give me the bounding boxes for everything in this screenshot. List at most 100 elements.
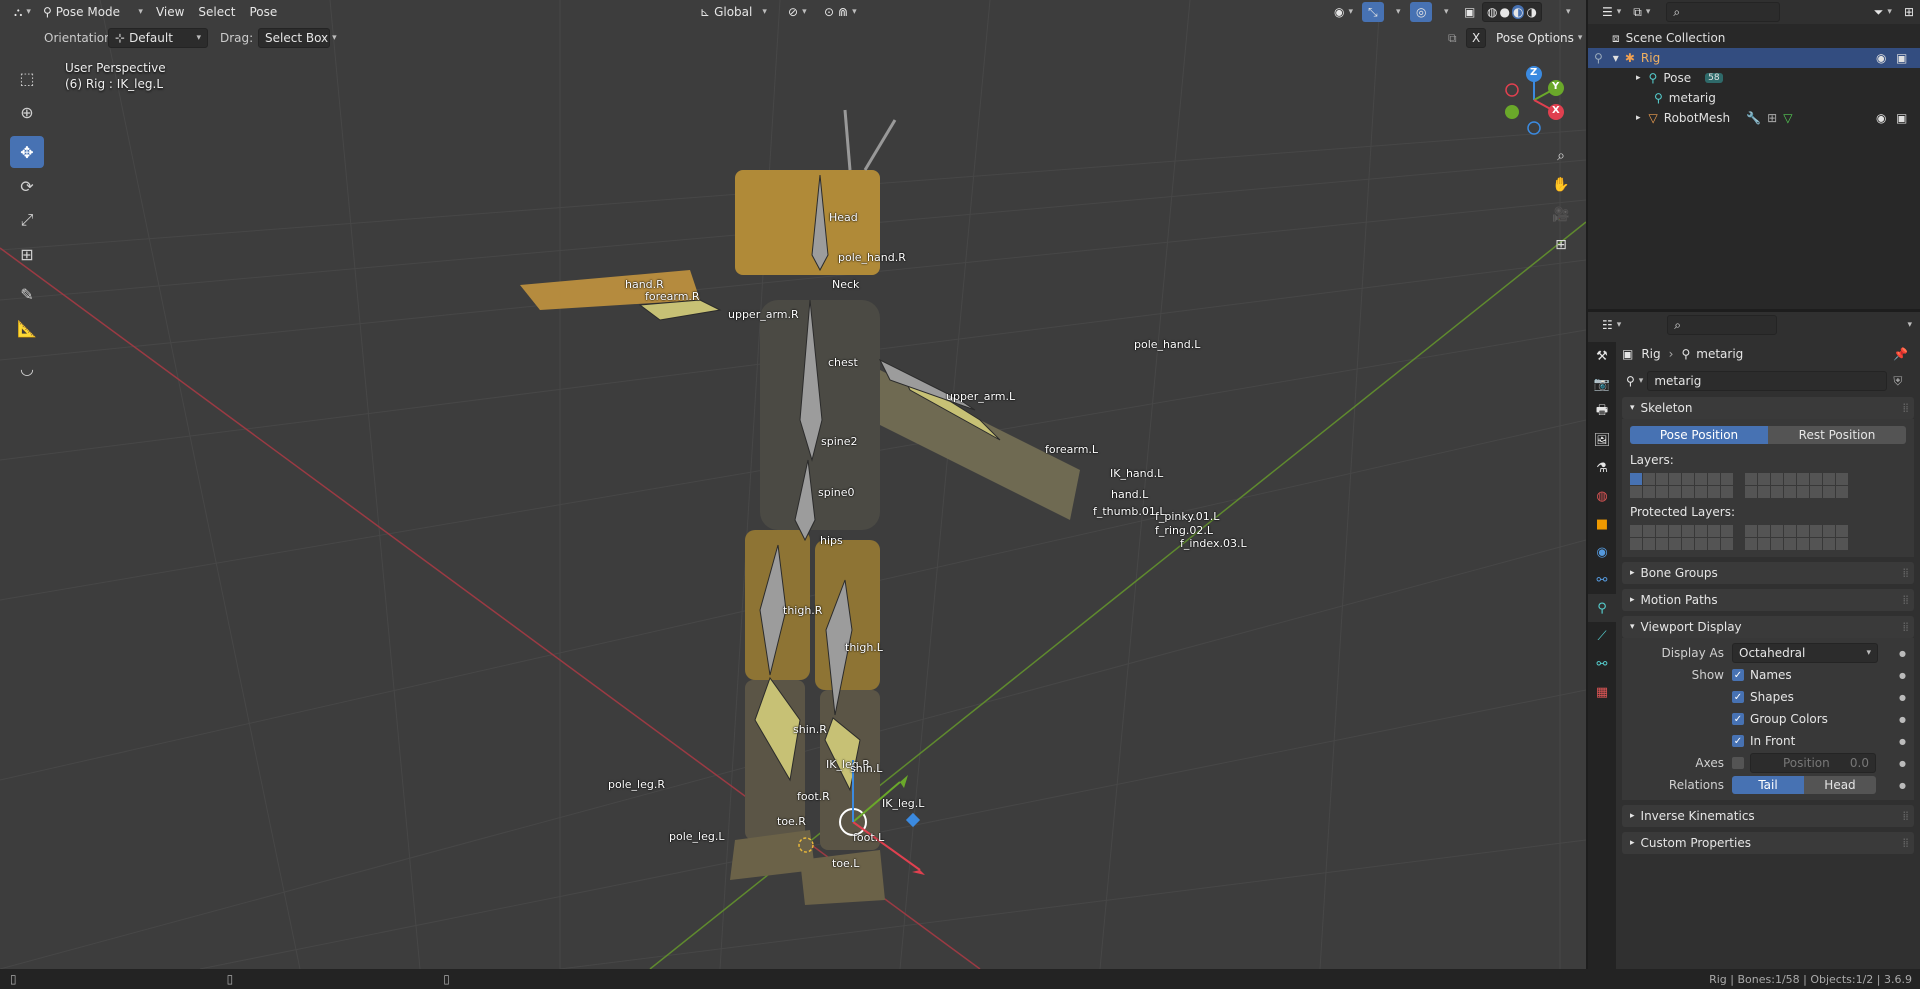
gizmo-options[interactable]: ▾ [1390, 2, 1407, 22]
bone-label[interactable]: shin.R [793, 723, 827, 736]
bone-label[interactable]: Neck [832, 278, 859, 291]
keyframe-dot-icon[interactable]: ● [1899, 781, 1906, 790]
tab-view-layer[interactable]: 🖼 [1588, 426, 1616, 454]
bone-label[interactable]: IK_hand.L [1110, 467, 1163, 480]
overlay-options[interactable]: ▾ [1438, 2, 1455, 22]
bone-label[interactable]: chest [828, 356, 858, 369]
chevron-right-icon[interactable]: ▸ [1636, 73, 1641, 83]
gizmo-toggle[interactable]: ⤡ [1362, 2, 1384, 22]
fake-user-icon[interactable]: ⛨ [1893, 374, 1902, 389]
mode-select[interactable]: ⚲ Pose Mode ▾ [37, 2, 149, 22]
bone-label[interactable]: IK_leg.L [882, 797, 924, 810]
menu-pose[interactable]: Pose [242, 2, 284, 22]
transform-orientation-select[interactable]: ⊾ Global ▾ [694, 2, 773, 22]
tab-constraints[interactable]: ⚯ [1588, 566, 1616, 594]
bone-label[interactable]: foot.R [797, 790, 830, 803]
visibility-button[interactable]: ◉ ▾ [1328, 2, 1359, 22]
relax-pose-tool[interactable]: ◡ [10, 352, 44, 384]
protected-buttons-left[interactable] [1630, 524, 1733, 550]
bone-label[interactable]: toe.L [832, 857, 859, 870]
filter-button[interactable]: ⏷ ▾ [1868, 2, 1898, 22]
drag-handle-icon[interactable]: ⁞⁞ [1902, 401, 1909, 415]
shading-options[interactable]: ▾ [1560, 2, 1577, 22]
orientation-select[interactable]: ⊹ Default ▾ [108, 28, 208, 48]
camera-icon[interactable]: ▣ [1896, 51, 1907, 65]
camera-view-button[interactable]: 🎥 [1548, 202, 1574, 228]
bone-label[interactable]: pole_hand.L [1134, 338, 1200, 351]
bone-label[interactable]: f_pinky.01.L [1155, 510, 1219, 523]
tab-bone[interactable]: ⟋ [1588, 622, 1616, 650]
keyframe-dot-icon[interactable]: ● [1899, 759, 1906, 768]
drag-select[interactable]: Select Box ▾ [258, 28, 337, 48]
outliner-item-rig[interactable]: ⚲ ▾ ✱ Rig ◉ ▣ [1588, 48, 1920, 68]
cursor-tool[interactable]: ⊕ [10, 96, 44, 128]
layer-buttons-left[interactable] [1630, 472, 1733, 498]
measure-tool[interactable]: 📐 [10, 312, 44, 344]
rotate-tool[interactable]: ⟳ [10, 170, 44, 202]
tab-render[interactable]: 📷 [1588, 370, 1616, 398]
tab-bone-constraints[interactable]: ⚯ [1588, 650, 1616, 678]
tab-tool[interactable]: ⚒ [1588, 342, 1616, 370]
bone-label[interactable]: pole_hand.R [838, 251, 906, 264]
material-shading-icon[interactable]: ◐ [1511, 5, 1525, 19]
datablock-name-field[interactable]: metarig [1647, 371, 1888, 391]
move-tool[interactable]: ✥ [10, 136, 44, 168]
eye-icon[interactable]: ◉ [1876, 51, 1886, 65]
chevron-down-icon[interactable]: ▾ [1613, 51, 1619, 65]
tab-output[interactable]: 🖶 [1588, 398, 1616, 426]
keyframe-dot-icon[interactable]: ● [1899, 671, 1906, 680]
drag-handle-icon[interactable]: ⁞⁞ [1902, 620, 1909, 634]
menu-view[interactable]: View [149, 2, 191, 22]
3d-viewport[interactable]: ⛬ ▾ ⚲ Pose Mode ▾ View Select Pose ⊾ Glob… [0, 0, 1586, 969]
keyframe-dot-icon[interactable]: ● [1899, 693, 1906, 702]
bone-label[interactable]: spine2 [821, 435, 858, 448]
outliner-item-pose[interactable]: ▸ ⚲ Pose 58 [1588, 68, 1920, 88]
drag-handle-icon[interactable]: ⁞⁞ [1902, 809, 1909, 823]
panel-bone-groups-header[interactable]: ▸ Bone Groups ⁞⁞ [1622, 562, 1914, 584]
outliner-item-robotmesh[interactable]: ▸ ▽ RobotMesh 🔧 ⊞ ▽ ◉ ▣ [1588, 108, 1920, 128]
bone-label[interactable]: upper_arm.R [728, 308, 799, 321]
relations-tail-button[interactable]: Tail [1732, 776, 1804, 794]
pose-position-button[interactable]: Pose Position [1630, 426, 1768, 444]
axes-position-field[interactable]: Position 0.0 [1750, 753, 1876, 773]
tab-world[interactable]: ◍ [1588, 482, 1616, 510]
tab-object[interactable]: ■ [1588, 510, 1616, 538]
x-mirror-toggle[interactable]: X [1466, 28, 1487, 48]
bone-label[interactable]: thigh.L [845, 641, 883, 654]
drag-handle-icon[interactable]: ⁞⁞ [1902, 836, 1909, 850]
transform-tool[interactable]: ⊞ [10, 238, 44, 270]
outliner-item-metarig[interactable]: ⚲ metarig [1588, 88, 1920, 108]
bone-label[interactable]: foot.L [853, 831, 884, 844]
display-as-select[interactable]: Octahedral ▾ [1732, 643, 1878, 663]
select-box-tool[interactable]: ⬚ [10, 62, 44, 94]
eye-icon[interactable]: ◉ [1876, 111, 1886, 125]
keyframe-dot-icon[interactable]: ● [1899, 649, 1906, 658]
keyframe-dot-icon[interactable]: ● [1899, 715, 1906, 724]
shapes-checkbox[interactable]: ✓ [1732, 691, 1744, 703]
bone-label[interactable]: upper_arm.L [946, 390, 1015, 403]
group-colors-checkbox[interactable]: ✓ [1732, 713, 1744, 725]
rest-position-button[interactable]: Rest Position [1768, 426, 1906, 444]
bone-label[interactable]: forearm.L [1045, 443, 1098, 456]
properties-search-input[interactable]: ⌕ [1667, 315, 1778, 335]
bone-label[interactable]: f_ring.02.L [1155, 524, 1213, 537]
outliner-search-input[interactable]: ⌕ [1666, 2, 1781, 22]
panel-motion-paths-header[interactable]: ▸ Motion Paths ⁞⁞ [1622, 589, 1914, 611]
bone-label[interactable]: Head [829, 211, 858, 224]
tab-texture[interactable]: ▦ [1588, 678, 1616, 706]
protected-buttons-right[interactable] [1745, 524, 1848, 550]
new-collection-button[interactable]: ⊞ [1898, 2, 1920, 22]
names-checkbox[interactable]: ✓ [1732, 669, 1744, 681]
datablock-browse-button[interactable]: ⚲ ▾ [1622, 371, 1647, 391]
scale-tool[interactable]: ⤢ [10, 204, 44, 236]
relations-head-button[interactable]: Head [1804, 776, 1876, 794]
layer-buttons-right[interactable] [1745, 472, 1848, 498]
keyframe-dot-icon[interactable]: ● [1899, 737, 1906, 746]
axes-checkbox[interactable] [1732, 757, 1744, 769]
tab-modifiers[interactable]: ◉ [1588, 538, 1616, 566]
bone-label[interactable]: hand.L [1111, 488, 1148, 501]
panel-viewport-display-header[interactable]: ▾ Viewport Display ⁞⁞ [1622, 616, 1914, 638]
tab-scene[interactable]: ⚗ [1588, 454, 1616, 482]
bone-label[interactable]: f_index.03.L [1180, 537, 1247, 550]
chevron-down-icon[interactable]: ▾ [1907, 320, 1912, 330]
